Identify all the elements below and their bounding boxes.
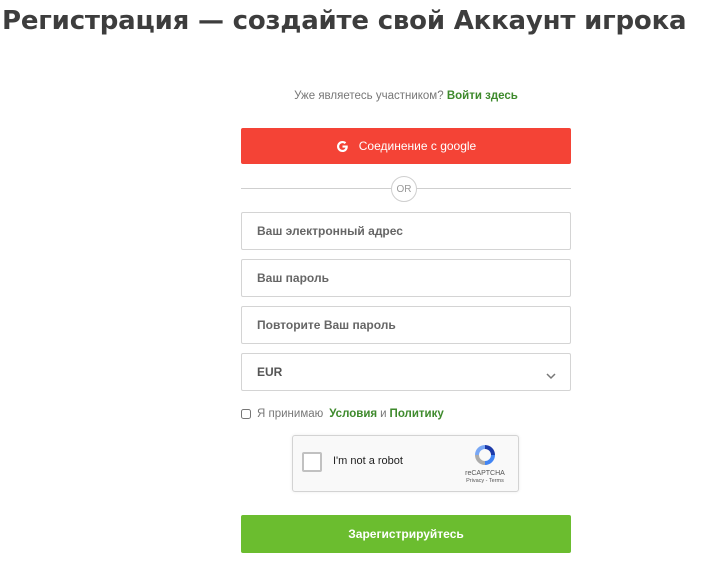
login-prompt-text: Уже являетесь участником? (294, 90, 444, 102)
registration-page: Регистрация — создайте свой Аккаунт игро… (0, 0, 723, 570)
terms-checkbox[interactable] (241, 409, 251, 419)
recaptcha-logo: reCAPTCHA Privacy - Terms (460, 442, 510, 484)
registration-form: Уже являетесь участником? Войти здесь Со… (241, 86, 571, 553)
repeat-password-field[interactable] (241, 306, 571, 344)
chevron-down-icon (546, 367, 556, 385)
currency-select[interactable]: EUR (241, 353, 571, 391)
google-signin-button[interactable]: Соединение с google (241, 128, 571, 164)
or-badge: OR (391, 176, 417, 202)
recaptcha-checkbox[interactable] (302, 452, 322, 472)
email-field[interactable] (241, 212, 571, 250)
recaptcha-widget: I'm not a robot reCAPTCHA Privacy - Term… (292, 435, 519, 492)
policy-link[interactable]: Политику (390, 408, 444, 420)
recaptcha-terms-link[interactable]: Terms (489, 478, 504, 484)
recaptcha-privacy-link[interactable]: Privacy (466, 478, 484, 484)
recaptcha-label: I'm not a robot (333, 455, 403, 467)
terms-prefix: Я принимаю (257, 408, 324, 420)
login-prompt: Уже являетесь участником? Войти здесь (241, 86, 571, 106)
currency-value: EUR (257, 365, 283, 379)
google-button-label: Соединение с google (358, 139, 477, 153)
page-title: Регистрация — создайте свой Аккаунт игро… (2, 6, 687, 36)
register-button[interactable]: Зарегистрируйтесь (241, 515, 571, 553)
recaptcha-legal: Privacy - Terms (460, 478, 510, 484)
or-divider: OR (241, 176, 571, 202)
recaptcha-icon (460, 442, 510, 468)
terms-and: и (380, 408, 387, 420)
conditions-link[interactable]: Условия (329, 408, 377, 420)
recaptcha-brand: reCAPTCHA (465, 470, 505, 477)
google-icon (336, 140, 349, 153)
terms-row: Я принимаю Условия и Политику (241, 406, 571, 422)
password-field[interactable] (241, 259, 571, 297)
login-link[interactable]: Войти здесь (447, 90, 518, 102)
